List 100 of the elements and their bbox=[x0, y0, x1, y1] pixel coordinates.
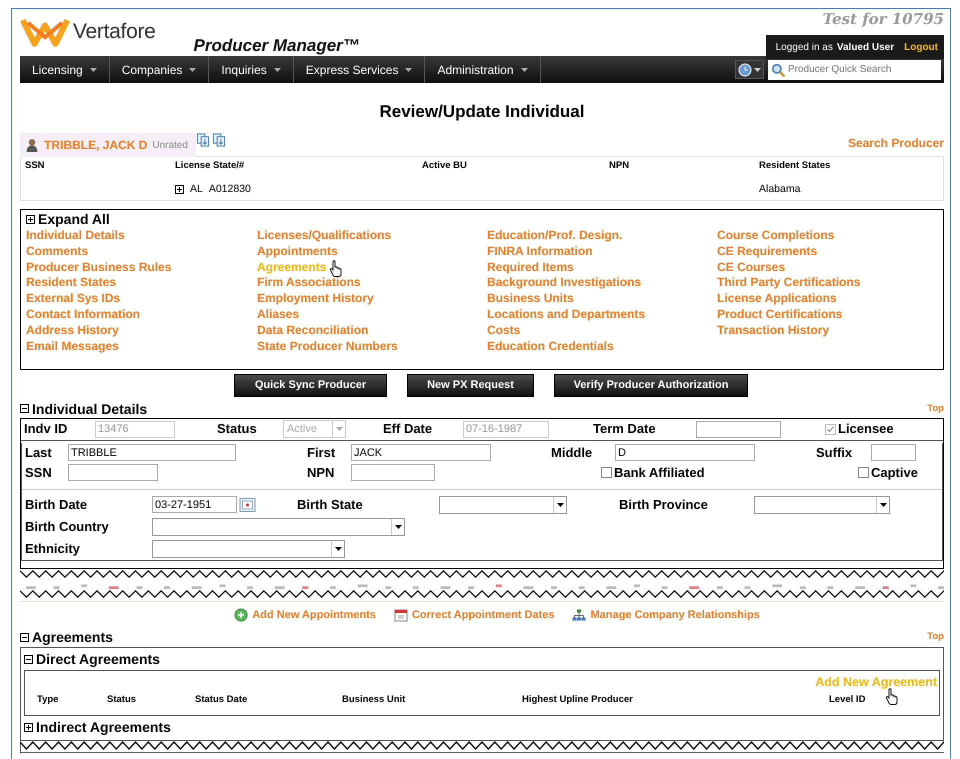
expand-icon[interactable] bbox=[175, 184, 184, 194]
section-link[interactable]: Agreements bbox=[257, 260, 326, 276]
caret-icon bbox=[556, 502, 564, 506]
section-link[interactable]: Transaction History bbox=[717, 322, 830, 339]
section-link[interactable]: External Sys IDs bbox=[26, 291, 120, 307]
section-link[interactable]: Background Investigations bbox=[487, 275, 642, 292]
table-cell-text: A012830 bbox=[208, 182, 251, 196]
appointment-link[interactable]: Add New Appointments bbox=[234, 606, 376, 623]
section-link[interactable]: FINRA Information bbox=[487, 244, 593, 260]
section-link[interactable]: Comments bbox=[26, 244, 88, 260]
section-link[interactable]: Third Party Certifications bbox=[717, 275, 860, 292]
caret-icon bbox=[336, 427, 342, 431]
column-header: Active BU bbox=[422, 159, 468, 173]
section-link[interactable]: Data Reconciliation bbox=[257, 322, 368, 339]
section-link[interactable]: Producer Business Rules bbox=[26, 260, 172, 276]
environment-label: Test for 10795 bbox=[822, 9, 944, 29]
input-field[interactable] bbox=[68, 464, 158, 481]
top-link[interactable]: Top bbox=[927, 400, 944, 418]
section-link[interactable]: Licenses/Qualifications bbox=[257, 228, 392, 244]
person-icon bbox=[25, 138, 39, 152]
dropdown[interactable] bbox=[152, 540, 345, 558]
expand-icon[interactable] bbox=[26, 215, 35, 224]
hierarchy-icon bbox=[572, 608, 586, 622]
menu-item[interactable]: Inquiries bbox=[209, 56, 294, 83]
field-label: SSN bbox=[25, 464, 53, 482]
menu-item[interactable]: Express Services bbox=[294, 56, 426, 83]
column-header: NPN bbox=[609, 159, 630, 173]
collapse-icon[interactable] bbox=[20, 632, 29, 642]
section-link[interactable]: State Producer Numbers bbox=[257, 338, 398, 354]
expand-all-label: Expand All bbox=[38, 211, 110, 228]
collapse-icon[interactable] bbox=[20, 404, 29, 413]
top-link[interactable]: Top bbox=[927, 628, 944, 646]
input-field[interactable]: 03-27-1951 bbox=[152, 496, 237, 513]
input-field[interactable] bbox=[351, 464, 435, 481]
checkbox-label: Bank Affiliated bbox=[614, 464, 705, 482]
dropdown[interactable] bbox=[439, 496, 567, 514]
action-button[interactable]: New PX Request bbox=[407, 374, 534, 396]
search-icon bbox=[771, 62, 785, 76]
input-field[interactable] bbox=[871, 444, 916, 461]
caret-icon bbox=[189, 68, 196, 72]
column-header: Resident States bbox=[759, 159, 832, 173]
input-field[interactable] bbox=[696, 420, 781, 438]
section-link[interactable]: CE Courses bbox=[717, 260, 786, 276]
field-label: NPN bbox=[307, 464, 336, 482]
dropdown[interactable] bbox=[754, 496, 890, 514]
section-link[interactable]: Address History bbox=[26, 322, 119, 339]
section-link[interactable]: Resident States bbox=[26, 275, 116, 292]
section-link[interactable]: Contact Information bbox=[26, 306, 140, 323]
section-link[interactable]: Email Messages bbox=[26, 338, 119, 354]
hand-cursor-icon bbox=[329, 260, 344, 277]
caret-icon bbox=[405, 68, 412, 72]
menu-item[interactable]: Administration bbox=[425, 56, 540, 83]
appointment-link[interactable]: Correct Appointment Dates bbox=[394, 606, 554, 623]
search-producer-link[interactable]: Search Producer bbox=[848, 134, 944, 152]
input-field[interactable]: JACK bbox=[351, 444, 491, 461]
section-link[interactable]: Costs bbox=[487, 322, 520, 339]
section-link[interactable]: Locations and Departments bbox=[487, 306, 646, 323]
column-header: Level ID bbox=[829, 692, 866, 707]
dropdown[interactable] bbox=[152, 518, 405, 536]
section-link[interactable]: Firm Associations bbox=[257, 275, 361, 292]
checkbox-label: Licensee bbox=[838, 420, 894, 438]
input-field[interactable]: D bbox=[615, 444, 755, 461]
column-header: Status bbox=[107, 692, 136, 707]
logout-link[interactable]: Logout bbox=[904, 40, 938, 55]
field-label: Middle bbox=[551, 444, 594, 462]
section-link[interactable]: CE Requirements bbox=[717, 244, 818, 260]
section-link[interactable]: Education/Prof. Design. bbox=[487, 228, 622, 244]
field-label: Birth State bbox=[297, 496, 364, 514]
plus-icon bbox=[234, 608, 248, 622]
section-link[interactable]: Business Units bbox=[487, 291, 574, 307]
checkbox[interactable] bbox=[858, 467, 869, 478]
calendar-icon[interactable] bbox=[239, 498, 256, 512]
field-label: Ethnicity bbox=[25, 540, 81, 558]
section-link[interactable]: Employment History bbox=[257, 291, 374, 307]
section-link[interactable]: Product Certifications bbox=[717, 306, 842, 323]
column-header: Type bbox=[37, 692, 58, 707]
input-field[interactable]: TRIBBLE bbox=[68, 444, 236, 461]
column-header: Highest Upline Producer bbox=[522, 692, 633, 707]
action-button[interactable]: Quick Sync Producer bbox=[234, 374, 387, 396]
download-document-icon[interactable] bbox=[196, 133, 210, 147]
section-link[interactable]: Required Items bbox=[487, 260, 574, 276]
section-link[interactable]: Education Credentials bbox=[487, 338, 614, 354]
checkbox[interactable] bbox=[601, 467, 612, 478]
add-agreement-link[interactable]: Add New Agreement bbox=[815, 673, 937, 692]
menu-item[interactable]: Licensing bbox=[20, 56, 110, 83]
menu-item[interactable]: Companies bbox=[110, 56, 210, 83]
expand-icon[interactable] bbox=[24, 722, 33, 732]
history-button[interactable] bbox=[735, 60, 764, 79]
collapse-icon[interactable] bbox=[24, 654, 33, 664]
producer-name: TRIBBLE, JACK D bbox=[44, 137, 148, 154]
appointment-link[interactable]: Manage Company Relationships bbox=[572, 606, 760, 623]
section-link[interactable]: Appointments bbox=[257, 244, 338, 260]
section-link[interactable]: Course Completions bbox=[717, 228, 834, 244]
field-label: Suffix bbox=[816, 444, 854, 462]
section-link[interactable]: License Applications bbox=[717, 291, 837, 307]
table-cell-text: AL bbox=[190, 182, 203, 196]
section-link[interactable]: Individual Details bbox=[26, 228, 125, 244]
section-link[interactable]: Aliases bbox=[257, 306, 300, 323]
search-field[interactable]: Producer Quick Search bbox=[768, 60, 941, 80]
action-button[interactable]: Verify Producer Authorization bbox=[554, 374, 748, 396]
